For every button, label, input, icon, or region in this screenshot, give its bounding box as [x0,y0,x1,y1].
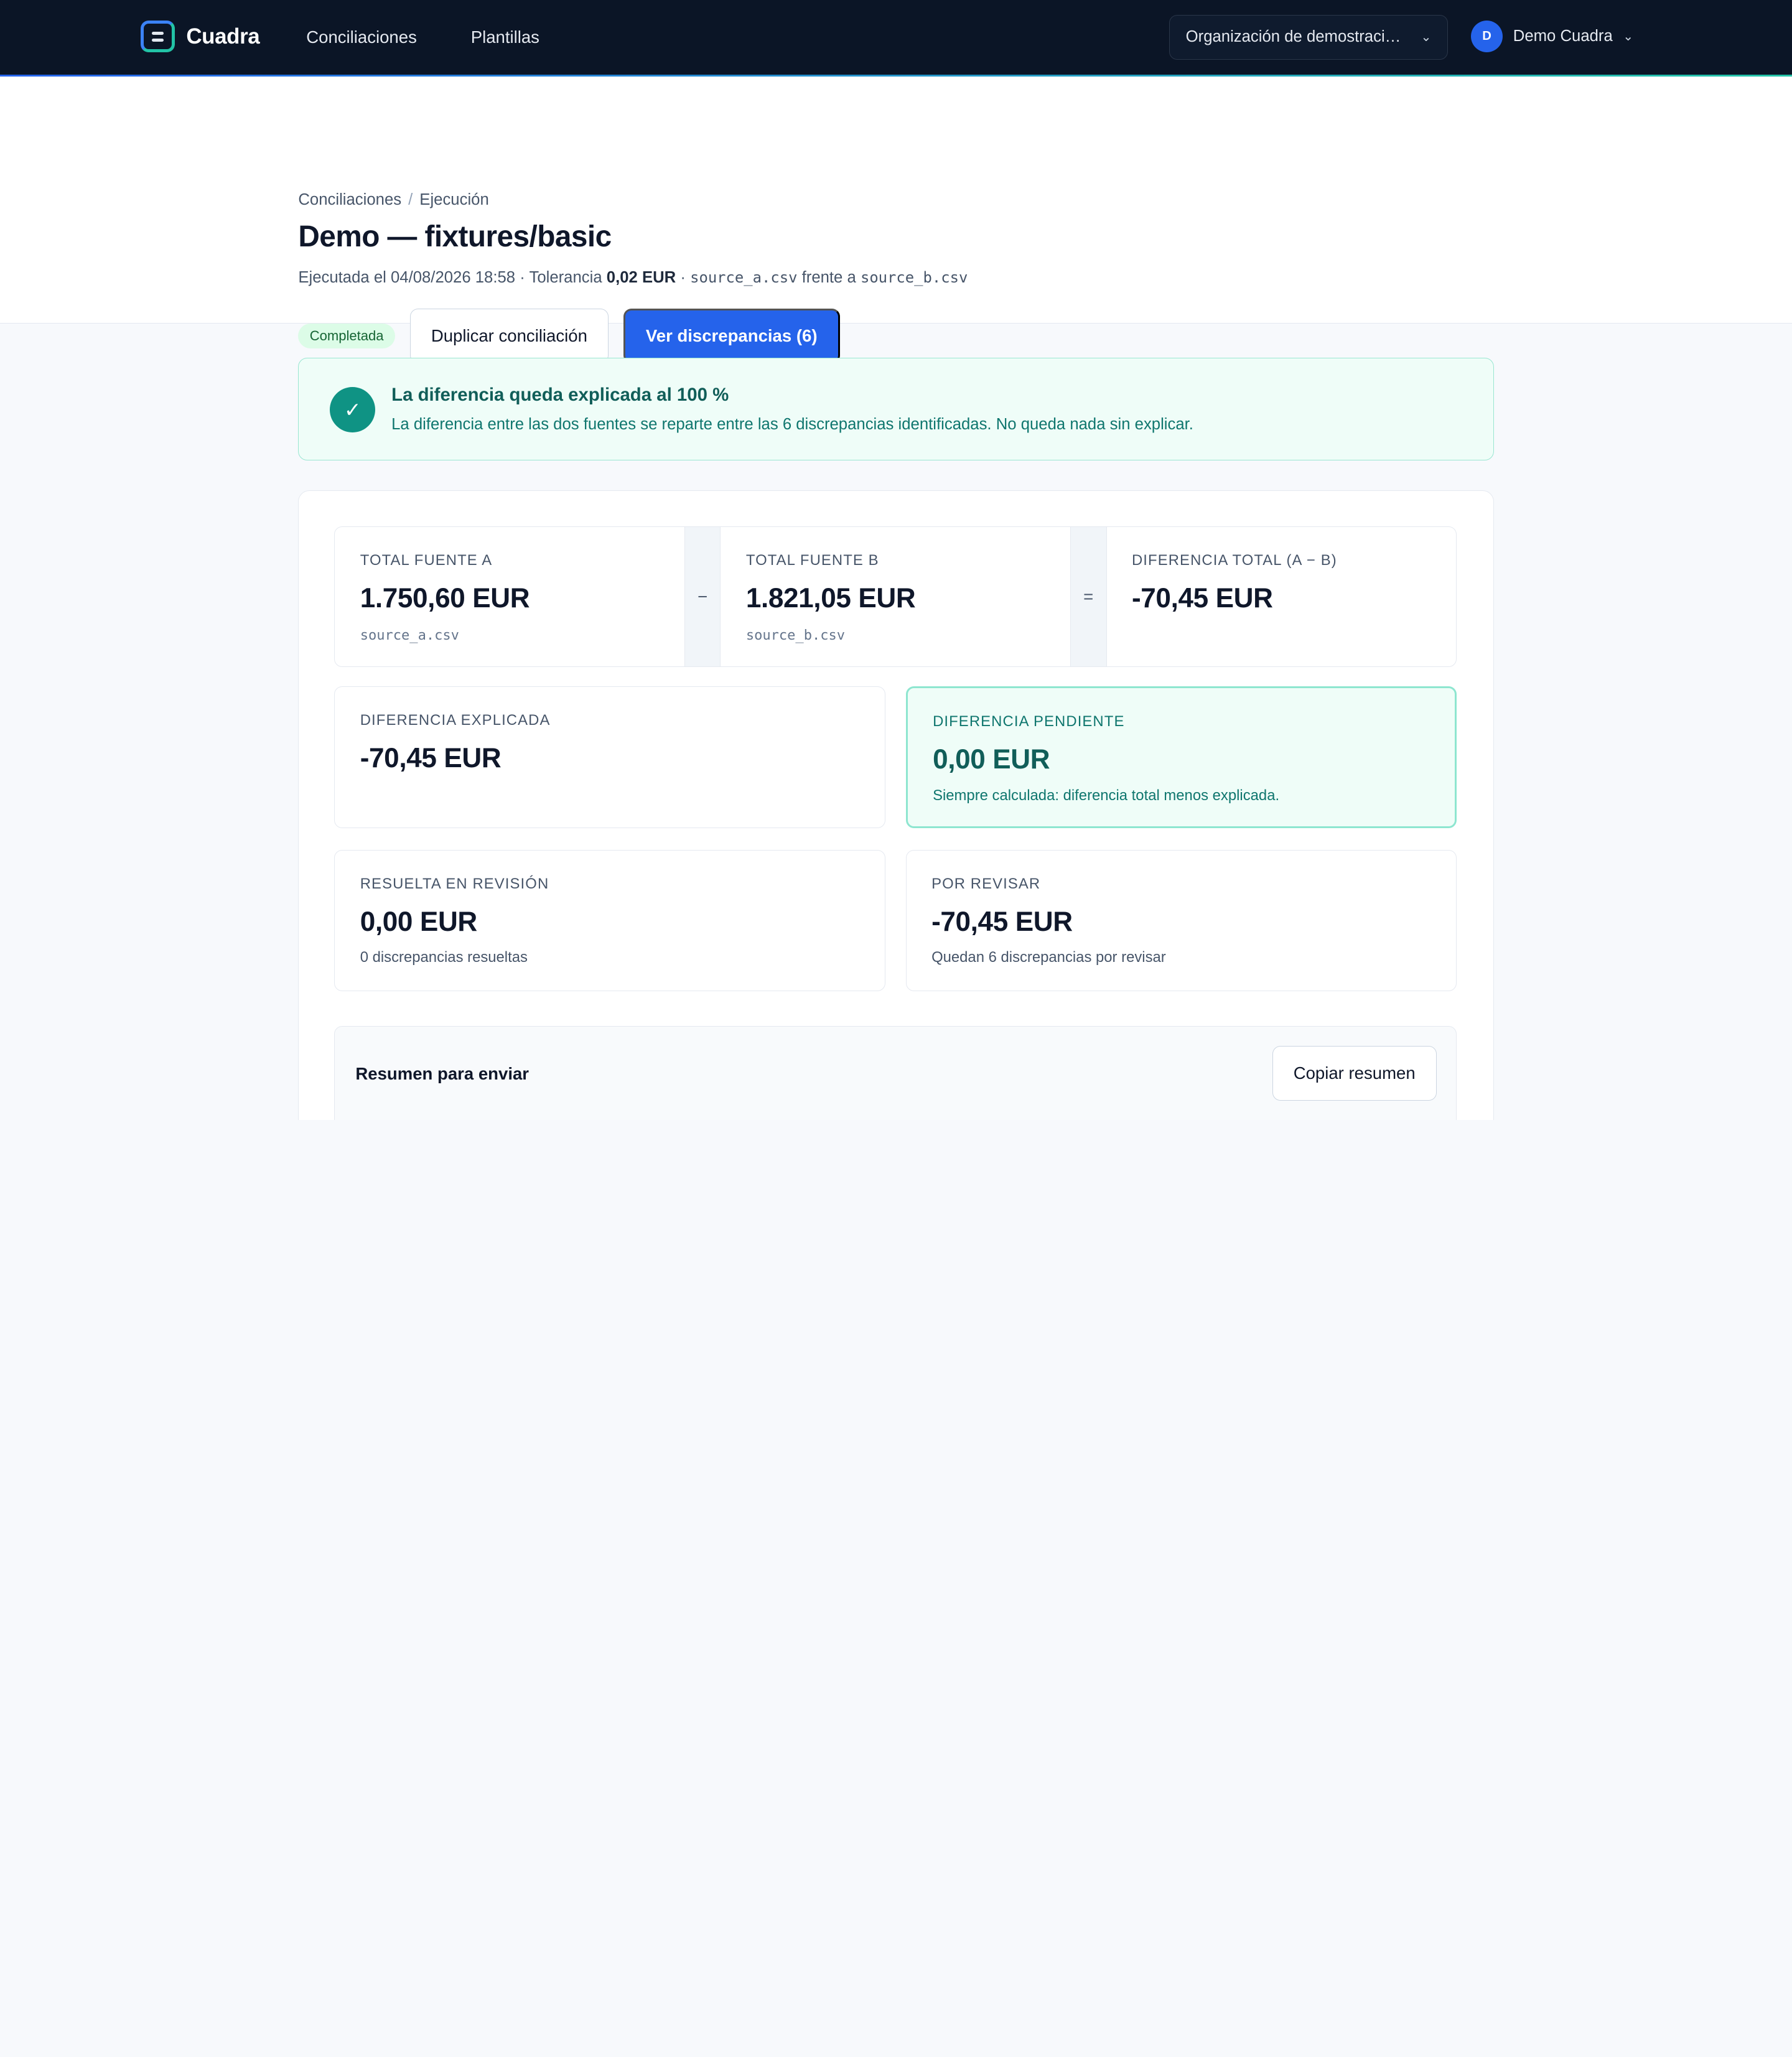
breadcrumb-conciliaciones[interactable]: Conciliaciones [298,191,401,208]
resolved-amount: 0,00 EUR [360,907,478,938]
resolved-box: Resuelta en revisión 0,00 EUR 0 discrepa… [334,849,885,992]
page-header: Conciliaciones / Ejecución Demo — fixtures… [0,77,1792,364]
explained-difference-amount: -70,45 EUR [360,743,502,774]
user-name: Demo Cuadra [1513,27,1613,45]
send-summary-title: Resumen para enviar [355,1064,530,1084]
summary-card: Total fuente A 1.750,60 EUR source_a.csv… [298,490,1494,1120]
avatar: D [1470,21,1503,53]
total-difference-label: Diferencia total (A − B) [1131,552,1337,569]
top-navigation: Cuadra Conciliaciones Plantillas Organiz… [0,0,1792,77]
nav-link-plantillas[interactable]: Plantillas [471,27,539,47]
to-review-amount: -70,45 EUR [931,907,1073,938]
check-icon: ✓ [329,386,376,433]
send-summary-panel: Resumen para enviar Copiar resumen [334,1025,1457,1120]
organization-select[interactable]: Organización de demostraci… ⌄ [1169,14,1449,60]
minus-operator: − [684,526,721,666]
pending-difference-amount: 0,00 EUR [933,744,1050,775]
run-date: Ejecutada el 04/08/2026 18:58 · Toleranc… [298,268,602,286]
to-review-label: Por revisar [931,875,1041,893]
total-source-b-amount: 1.821,05 EUR [745,583,916,614]
chevron-down-icon: ⌄ [1421,30,1432,45]
breadcrumb-separator: / [408,190,413,208]
chevron-down-icon: ⌄ [1623,30,1634,44]
tolerance-value: 0,02 EUR [606,268,676,286]
organization-select-value: Organización de demostraci… [1185,28,1401,46]
total-source-a-label: Total fuente A [360,552,493,569]
to-review-box: Por revisar -70,45 EUR Quedan 6 discrepa… [905,849,1457,992]
breadcrumb-ejecucion: Ejecución [419,190,489,208]
copy-summary-button[interactable]: Copiar resumen [1272,1045,1437,1101]
explained-banner: ✓ La diferencia queda explicada al 100 %… [298,357,1494,461]
user-menu[interactable]: D Demo Cuadra ⌄ [1470,21,1634,53]
total-difference: Diferencia total (A − B) -70,45 EUR [1107,527,1456,666]
banner-title: La diferencia queda explicada al 100 % [391,385,729,406]
duplicate-button[interactable]: Duplicar conciliación [409,308,609,364]
explained-difference-label: Diferencia explicada [360,712,551,729]
brand[interactable]: Cuadra [140,21,260,53]
meta-separator: · [680,268,686,286]
brand-name: Cuadra [186,24,260,49]
total-source-a-amount: 1.750,60 EUR [360,583,530,614]
total-source-a: Total fuente A 1.750,60 EUR source_a.csv [335,527,684,666]
run-metadata: Ejecutada el 04/08/2026 18:58 · Toleranc… [298,269,968,287]
breadcrumb: Conciliaciones / Ejecución [298,191,488,209]
to-review-note: Quedan 6 discrepancias por revisar [931,949,1166,966]
source-a-file: source_a.csv [690,268,798,286]
totals-row: Total fuente A 1.750,60 EUR source_a.csv… [334,526,1457,667]
explained-difference-box: Diferencia explicada -70,45 EUR [334,686,885,828]
view-discrepancies-button[interactable]: Ver discrepancias (6) [623,308,840,364]
app-root: Cuadra Conciliaciones Plantillas Organiz… [0,0,1792,1120]
total-source-b-label: Total fuente B [745,552,879,569]
brand-logo-icon [140,21,175,53]
versus-text: frente a [801,268,856,286]
total-source-b: Total fuente B 1.821,05 EUR source_b.csv [721,527,1070,666]
header-actions: Completada Duplicar conciliación Ver dis… [298,308,840,364]
resolved-label: Resuelta en revisión [360,875,549,893]
pending-difference-label: Diferencia pendiente [933,713,1125,730]
page-title: Demo — fixtures/basic [298,220,612,253]
source-b-file: source_b.csv [860,268,968,286]
pending-difference-box: Diferencia pendiente 0,00 EUR Siempre ca… [905,686,1457,828]
banner-text: La diferencia entre las dos fuentes se r… [391,415,1193,433]
nav-link-conciliaciones[interactable]: Conciliaciones [306,27,417,47]
equals-operator: = [1070,526,1107,666]
status-badge: Completada [298,323,395,349]
total-source-b-file: source_b.csv [745,628,846,644]
total-difference-amount: -70,45 EUR [1131,583,1273,614]
resolved-note: 0 discrepancias resueltas [360,949,528,966]
total-source-a-file: source_a.csv [360,628,459,644]
pending-difference-note: Siempre calculada: diferencia total meno… [933,786,1280,804]
